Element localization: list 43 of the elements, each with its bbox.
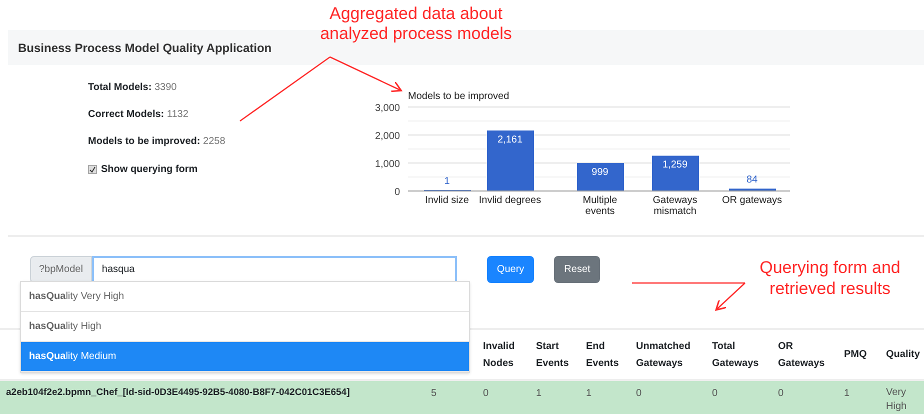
app-title: Business Process Model Quality Application <box>18 40 272 56</box>
stat-text: Correct Models: 1132 <box>88 108 190 122</box>
value-label: 2,161 <box>497 134 523 146</box>
y-tick-label: 1,000 <box>374 159 400 170</box>
column-header: End Events <box>586 340 620 370</box>
annotation-text: Aggregated data about <box>330 4 502 24</box>
table-cell: 1 <box>586 387 592 401</box>
table-cell: 0 <box>636 387 642 401</box>
category-label: Invlid degrees <box>478 195 542 206</box>
category-label: Invlid size <box>425 195 469 206</box>
value-label: 1 <box>444 176 450 187</box>
column-header: OR Gateways <box>778 340 826 370</box>
table-cell: 1 <box>844 387 850 401</box>
column-header: Total Gateways <box>712 340 760 370</box>
column-header: Unmatched Gateways <box>636 340 692 370</box>
table-cell-text: Very High <box>886 386 908 414</box>
value-label: 84 <box>746 174 758 186</box>
column-header: Start Events <box>536 340 570 370</box>
table-cell: 5 <box>431 387 437 401</box>
y-tick-label: 3,000 <box>374 103 400 114</box>
stat-text: Models to be improved: 2258 <box>88 135 226 149</box>
annotation-text: analyzed process models <box>320 24 512 44</box>
annotation-text: retrieved results <box>770 278 890 299</box>
table-cell: a2eb104f2e2.bpmn_Chef_[Id-sid-0D3E4495-92B5-4080-B8F7-042C01C3E654] <box>6 386 350 400</box>
category-label: Multiple events <box>582 195 618 217</box>
column-header: Invalid Nodes <box>483 340 516 370</box>
table-cell: 0 <box>712 387 718 401</box>
table-cell: 1 <box>536 387 542 401</box>
column-header: Quality <box>886 348 918 362</box>
category-label: OR gateways <box>722 195 782 206</box>
value-label: 999 <box>592 167 608 178</box>
chart-title: Models to be improved <box>408 91 510 102</box>
table-cell: 0 <box>778 387 784 401</box>
checkbox-label: Show querying form <box>101 163 198 177</box>
value-label: 1,259 <box>662 160 688 171</box>
stat-text: Total Models: 3390 <box>88 81 178 95</box>
column-header: PMQ <box>844 348 868 362</box>
y-tick-label: 2,000 <box>374 131 400 142</box>
annotation-text: Querying form and <box>760 257 900 278</box>
category-label: Gateways mismatch <box>652 195 698 217</box>
table-cell: 0 <box>483 387 489 401</box>
field-prefix: ?bpModel <box>30 256 92 283</box>
y-tick-label: 0 <box>394 187 400 198</box>
